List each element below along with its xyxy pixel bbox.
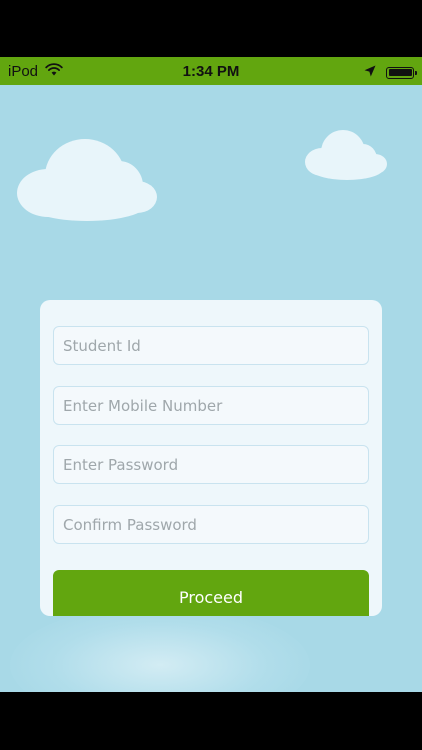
cloud-left: [17, 137, 157, 222]
mobile-number-input[interactable]: [53, 386, 369, 425]
location-arrow-icon: [364, 64, 376, 81]
confirm-password-input[interactable]: [53, 505, 369, 544]
status-time: 1:34 PM: [182, 63, 240, 80]
status-right: [364, 64, 417, 81]
bottom-bezel: [0, 692, 422, 750]
app-screen: iPod 1:34 PM Student Id Enter Mobile Num…: [0, 0, 422, 750]
student-id-input[interactable]: [53, 326, 369, 365]
registration-card: Proceed: [40, 300, 382, 616]
cloud-right: [305, 130, 387, 182]
proceed-button[interactable]: Proceed: [53, 570, 369, 616]
battery-icon: [386, 66, 417, 79]
password-input[interactable]: [53, 445, 369, 484]
status-bar: iPod 1:34 PM: [0, 57, 422, 85]
sky-glow: [10, 605, 310, 692]
